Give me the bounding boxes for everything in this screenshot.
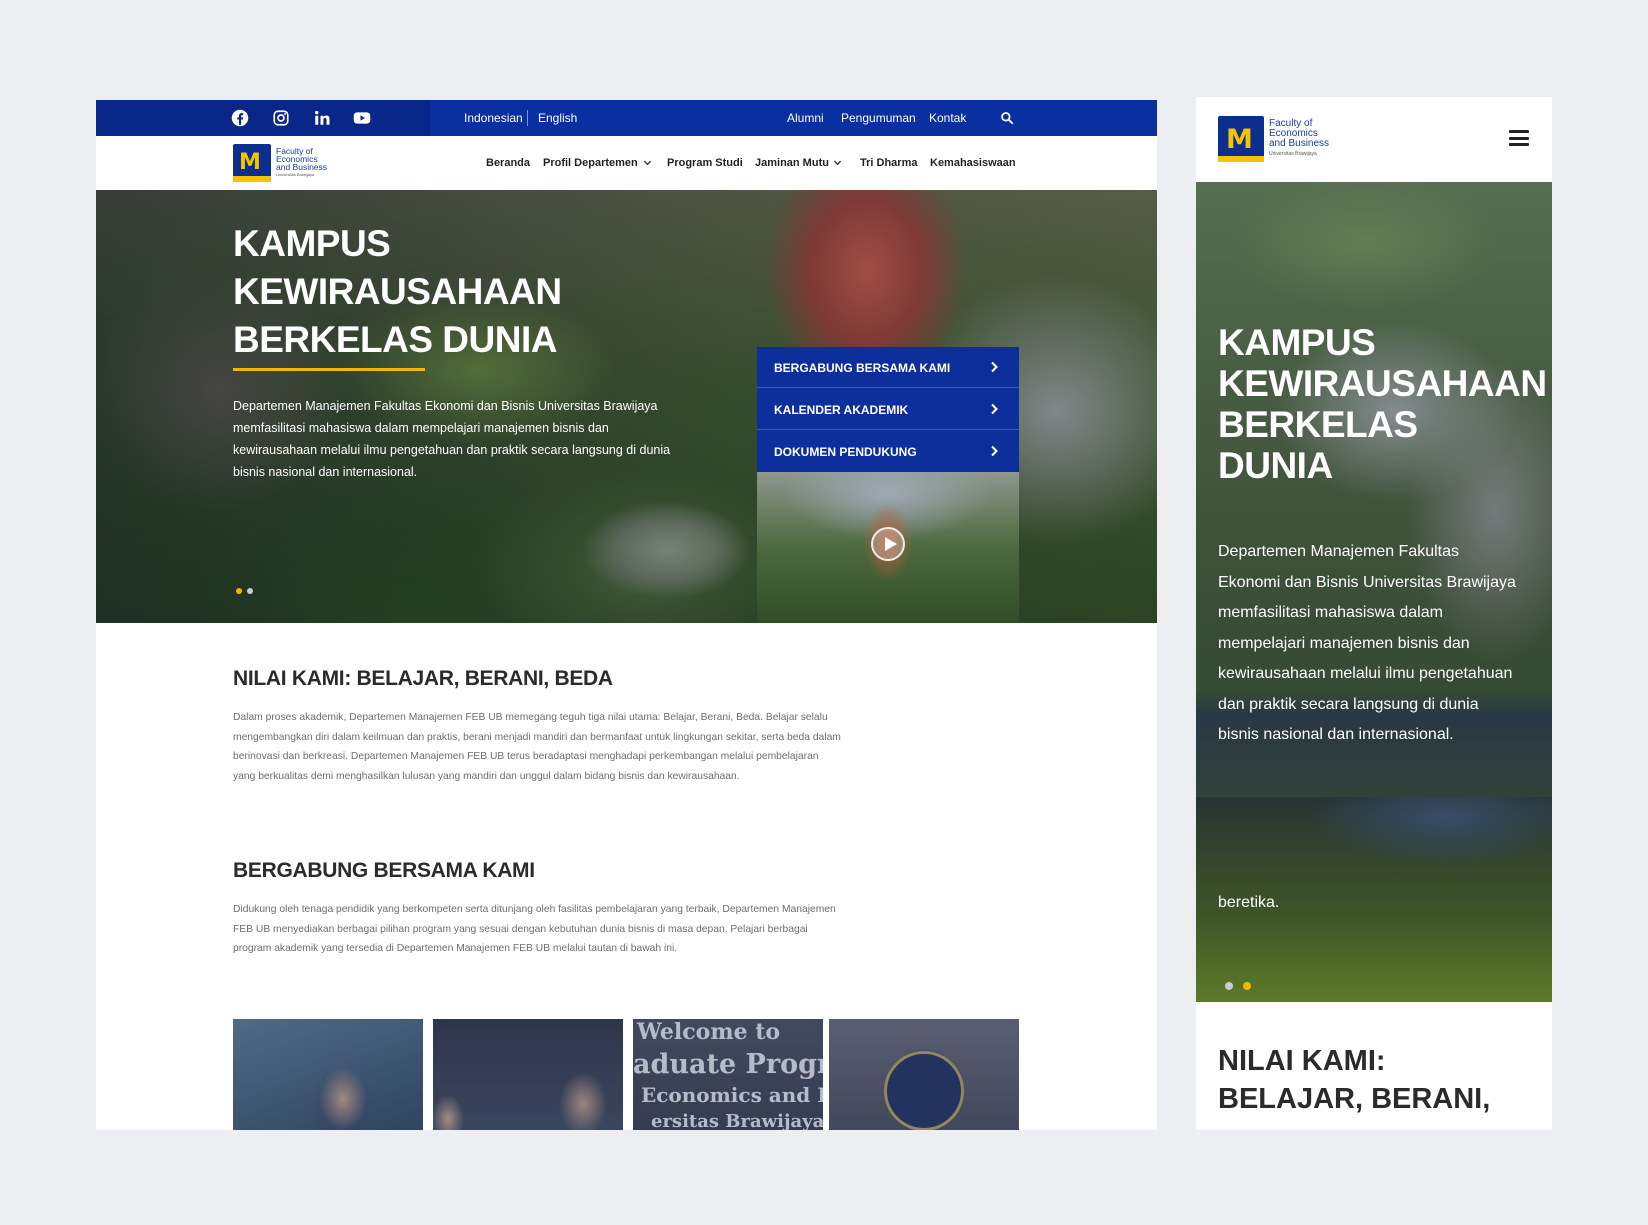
join-section-title: BERGABUNG BERSAMA KAMI: [233, 859, 535, 882]
hero-banner: KAMPUS KEWIRAUSAHAAN BERKELAS DUNIA Depa…: [96, 190, 1157, 623]
search-icon[interactable]: [1000, 111, 1014, 125]
chevron-right-icon: [991, 361, 998, 373]
facebook-icon[interactable]: [231, 109, 249, 127]
nav-tri-dharma[interactable]: Tri Dharma: [860, 157, 917, 169]
nav-program-studi[interactable]: Program Studi: [667, 157, 743, 169]
social-links: [96, 100, 430, 136]
join-section-body: Didukung oleh tenaga pendidik yang berko…: [233, 904, 836, 954]
program-card-image[interactable]: [829, 1019, 1019, 1130]
lang-english[interactable]: English: [538, 111, 577, 125]
chevron-down-icon: [643, 160, 652, 166]
chevron-down-icon: [833, 160, 842, 166]
faculty-logo[interactable]: M Faculty of Economics and Business Univ…: [233, 144, 327, 182]
nav-kemahasiswaan[interactable]: Kemahasiswaan: [930, 157, 1016, 169]
top-utility-bar: Indonesian English Alumni Pengumuman Kon…: [96, 100, 1157, 136]
carousel-dot-active[interactable]: [1243, 982, 1251, 990]
hero-title: KAMPUS KEWIRAUSAHAAN BERKELAS DUNIA: [233, 223, 562, 360]
nav-jaminan-mutu[interactable]: Jaminan Mutu: [755, 157, 829, 169]
faculty-logo-mark: M: [1218, 116, 1264, 162]
desktop-mockup: Indonesian English Alumni Pengumuman Kon…: [96, 100, 1157, 1130]
nav-profil-departemen[interactable]: Profil Departemen: [543, 157, 638, 169]
main-navigation: M Faculty of Economics and Business Univ…: [96, 136, 1157, 190]
top-link-pengumuman[interactable]: Pengumuman: [841, 111, 916, 125]
values-section-title: NILAI KAMI: BELAJAR, BERANI, BEDA: [233, 667, 613, 690]
nav-beranda[interactable]: Beranda: [486, 157, 530, 169]
hamburger-menu-icon[interactable]: [1509, 130, 1529, 146]
play-icon[interactable]: [871, 527, 905, 561]
quick-link-bergabung[interactable]: BERGABUNG BERSAMA KAMI: [757, 347, 1019, 388]
program-card-image[interactable]: [233, 1019, 423, 1130]
mobile-values-section-title: NILAI KAMI: BELAJAR, BERANI,: [1218, 1045, 1491, 1115]
top-link-alumni[interactable]: Alumni: [787, 111, 824, 125]
mobile-header: M Faculty of Economics and Business Univ…: [1196, 97, 1552, 182]
quick-link-dokumen[interactable]: DOKUMEN PENDUKUNG: [757, 431, 1019, 472]
hero-description: Departemen Manajemen Fakultas Ekonomi da…: [233, 399, 671, 479]
mobile-hero-extra-text: beretika.: [1218, 894, 1280, 911]
carousel-dot[interactable]: [1225, 982, 1233, 990]
hero-quick-links: BERGABUNG BERSAMA KAMI KALENDER AKADEMIK…: [757, 347, 1019, 472]
mobile-hero-title: KAMPUS KEWIRAUSAHAAN BERKELAS DUNIA: [1218, 322, 1547, 486]
instagram-icon[interactable]: [272, 109, 290, 127]
carousel-dot[interactable]: [247, 588, 253, 594]
lang-indonesian[interactable]: Indonesian: [464, 111, 523, 125]
chevron-right-icon: [991, 445, 998, 457]
quick-link-kalender[interactable]: KALENDER AKADEMIK: [757, 389, 1019, 430]
youtube-icon[interactable]: [352, 109, 372, 127]
mobile-hero-banner: KAMPUS KEWIRAUSAHAAN BERKELAS DUNIA Depa…: [1196, 182, 1552, 1002]
faculty-logo-text: Faculty of Economics and Business Univer…: [1269, 118, 1330, 158]
faculty-logo-mark: M: [233, 144, 271, 182]
mobile-hero-description: Departemen Manajemen Fakultas Ekonomi da…: [1218, 543, 1516, 743]
faculty-logo[interactable]: M Faculty of Economics and Business Univ…: [1218, 116, 1329, 162]
faculty-logo-text: Faculty of Economics and Business Univer…: [276, 146, 328, 177]
values-section-body: Dalam proses akademik, Departemen Manaje…: [233, 712, 841, 782]
lang-divider: [527, 110, 528, 126]
chevron-right-icon: [991, 403, 998, 415]
top-link-kontak[interactable]: Kontak: [929, 111, 966, 125]
hero-accent-rule: [233, 368, 425, 371]
campus-video-thumbnail[interactable]: [757, 472, 1019, 623]
program-card-image[interactable]: [433, 1019, 623, 1130]
carousel-dot-active[interactable]: [236, 588, 242, 594]
program-card-image[interactable]: Welcome to aduate Program Economics and …: [633, 1019, 823, 1130]
linkedin-icon[interactable]: [313, 109, 331, 127]
mobile-mockup: M Faculty of Economics and Business Univ…: [1196, 97, 1552, 1130]
